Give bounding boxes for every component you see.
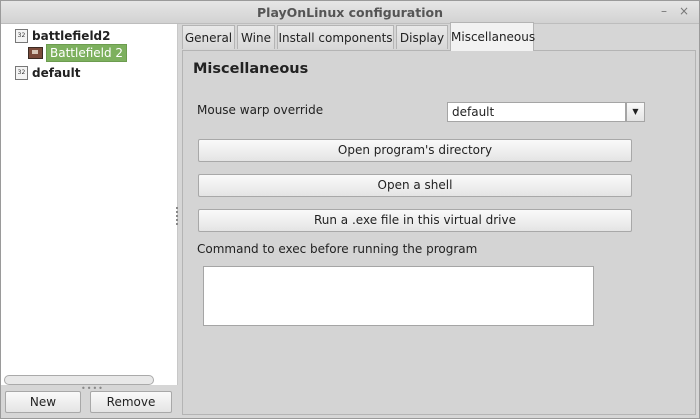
config-window: PlayOnLinux configuration – × 32 battlef… — [0, 0, 700, 419]
tab-miscellaneous[interactable]: Miscellaneous — [450, 22, 535, 51]
mouse-warp-label: Mouse warp override — [197, 103, 324, 117]
bitness-32-icon: 32 — [15, 29, 28, 43]
tree-item-default[interactable]: 32 default — [15, 65, 80, 81]
chevron-down-icon[interactable]: ▼ — [626, 102, 645, 122]
run-exe-button[interactable]: Run a .exe file in this virtual drive — [198, 209, 632, 232]
tab-display[interactable]: Display — [396, 25, 448, 49]
close-icon[interactable]: × — [677, 4, 691, 18]
tab-general[interactable]: General — [182, 25, 235, 49]
tree-item-label: battlefield2 — [32, 29, 111, 43]
open-directory-button[interactable]: Open program's directory — [198, 139, 632, 162]
remove-button[interactable]: Remove — [90, 391, 172, 413]
prefix-tree[interactable]: 32 battlefield2 Battlefield 2 32 default — [1, 24, 178, 385]
panel-resize-grip-vertical[interactable] — [176, 207, 179, 227]
window-title: PlayOnLinux configuration — [257, 5, 443, 20]
command-label: Command to exec before running the progr… — [197, 242, 478, 256]
game-icon — [28, 47, 43, 59]
panel-resize-grip-horizontal[interactable]: •••• — [81, 385, 103, 393]
minimize-icon[interactable]: – — [657, 4, 671, 18]
tree-horizontal-scrollbar[interactable] — [4, 375, 154, 385]
new-button[interactable]: New — [5, 391, 81, 413]
title-bar[interactable]: PlayOnLinux configuration – × — [1, 1, 699, 24]
open-shell-button[interactable]: Open a shell — [198, 174, 632, 197]
tree-item-label: default — [32, 66, 81, 80]
command-input[interactable] — [203, 266, 594, 326]
tab-install-components[interactable]: Install components — [277, 25, 394, 49]
page-title: Miscellaneous — [193, 61, 309, 77]
bitness-32-icon: 32 — [15, 66, 28, 80]
tree-item-label-selected: Battlefield 2 — [46, 44, 128, 62]
tab-wine[interactable]: Wine — [237, 25, 275, 49]
tree-item-battlefield2[interactable]: 32 battlefield2 — [15, 28, 111, 44]
tree-item-battlefield-2-game[interactable]: Battlefield 2 — [28, 44, 128, 62]
miscellaneous-panel: Miscellaneous Mouse warp override defaul… — [182, 50, 696, 415]
mouse-warp-select[interactable]: default — [447, 102, 626, 122]
